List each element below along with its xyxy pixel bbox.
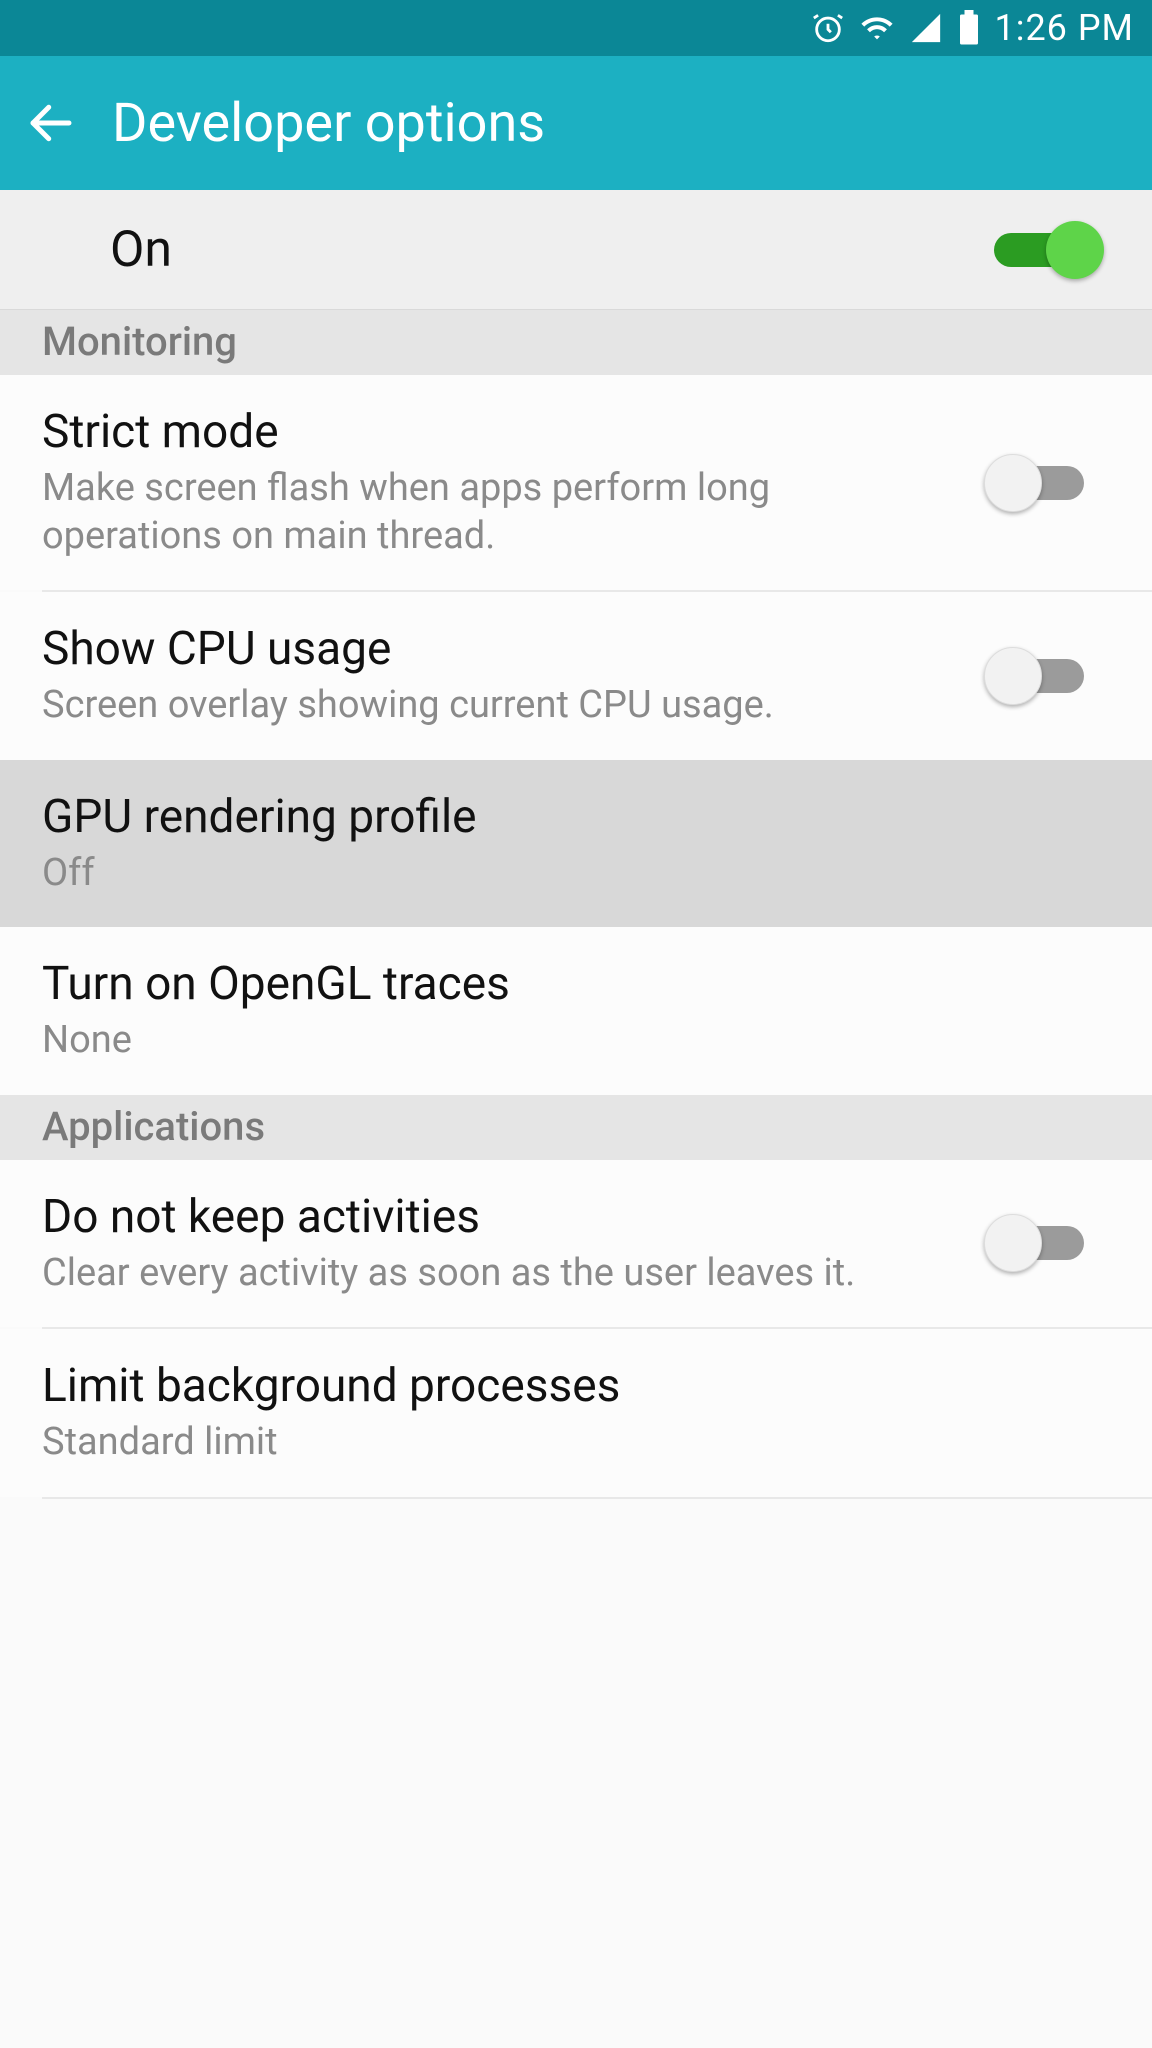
item-subtitle: None bbox=[42, 1017, 1104, 1065]
divider bbox=[42, 1497, 1152, 1499]
battery-icon bbox=[957, 10, 981, 46]
status-icons bbox=[811, 10, 981, 46]
signal-icon bbox=[909, 11, 943, 45]
master-toggle-row[interactable]: On bbox=[0, 190, 1152, 310]
item-gpu-rendering-profile[interactable]: GPU rendering profile Off bbox=[0, 760, 1152, 928]
item-do-not-keep-activities[interactable]: Do not keep activities Clear every activ… bbox=[0, 1160, 1152, 1328]
item-title: GPU rendering profile bbox=[42, 790, 1104, 844]
item-subtitle: Standard limit bbox=[42, 1419, 1104, 1467]
wifi-icon bbox=[859, 11, 895, 45]
page-title: Developer options bbox=[112, 92, 545, 155]
master-toggle-switch[interactable] bbox=[984, 220, 1104, 280]
item-show-cpu-usage[interactable]: Show CPU usage Screen overlay showing cu… bbox=[0, 592, 1152, 760]
item-limit-background-processes[interactable]: Limit background processes Standard limi… bbox=[0, 1329, 1152, 1497]
alarm-icon bbox=[811, 11, 845, 45]
back-button[interactable] bbox=[24, 96, 78, 150]
show-cpu-toggle[interactable] bbox=[984, 646, 1104, 706]
dont-keep-activities-toggle[interactable] bbox=[984, 1213, 1104, 1273]
master-toggle-label: On bbox=[110, 221, 172, 279]
item-title: Show CPU usage bbox=[42, 622, 944, 676]
item-title: Strict mode bbox=[42, 405, 944, 459]
section-header-applications: Applications bbox=[0, 1095, 1152, 1160]
item-subtitle: Off bbox=[42, 850, 1104, 898]
section-header-monitoring: Monitoring bbox=[0, 310, 1152, 375]
status-time: 1:26 PM bbox=[995, 7, 1135, 49]
app-bar: Developer options bbox=[0, 56, 1152, 190]
item-title: Do not keep activities bbox=[42, 1190, 944, 1244]
item-subtitle: Screen overlay showing current CPU usage… bbox=[42, 682, 944, 730]
status-bar: 1:26 PM bbox=[0, 0, 1152, 56]
back-arrow-icon bbox=[24, 96, 78, 150]
section-header-label: Applications bbox=[42, 1103, 265, 1150]
item-subtitle: Make screen flash when apps perform long… bbox=[42, 465, 944, 560]
item-title: Turn on OpenGL traces bbox=[42, 957, 1104, 1011]
item-strict-mode[interactable]: Strict mode Make screen flash when apps … bbox=[0, 375, 1152, 590]
item-opengl-traces[interactable]: Turn on OpenGL traces None bbox=[0, 927, 1152, 1095]
item-title: Limit background processes bbox=[42, 1359, 1104, 1413]
item-subtitle: Clear every activity as soon as the user… bbox=[42, 1250, 944, 1298]
strict-mode-toggle[interactable] bbox=[984, 453, 1104, 513]
section-header-label: Monitoring bbox=[42, 318, 237, 365]
